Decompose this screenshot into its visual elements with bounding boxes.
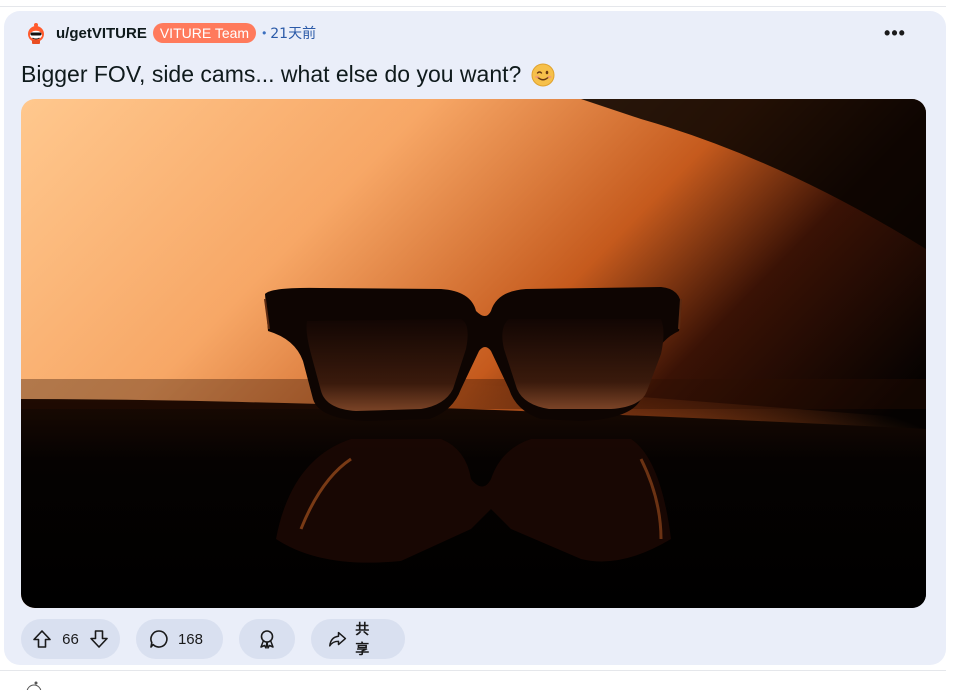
post-image[interactable]: [21, 99, 926, 608]
downvote-button[interactable]: [88, 628, 110, 650]
comment-count: 168: [177, 630, 203, 648]
award-button[interactable]: [239, 619, 295, 659]
comment-bubble-icon: [150, 630, 168, 648]
award-icon: [260, 630, 274, 649]
bottom-divider: [0, 670, 946, 671]
post-title[interactable]: Bigger FOV, side cams... what else do yo…: [21, 61, 555, 88]
comments-button[interactable]: 168: [136, 619, 223, 659]
post-action-bar: 66 168 共享: [21, 619, 421, 659]
downvote-arrow-icon: [90, 630, 108, 648]
share-button[interactable]: 共享: [311, 619, 405, 659]
post-card[interactable]: u/getVITURE VITURE Team • 21天前 ••• Bigge…: [4, 11, 946, 665]
username-link[interactable]: u/getVITURE: [56, 25, 147, 42]
snoo-avatar-icon: [28, 23, 44, 44]
sunglasses-photo-icon: [21, 99, 926, 608]
post-title-text: Bigger FOV, side cams... what else do yo…: [21, 61, 522, 87]
next-post-avatar[interactable]: [24, 680, 44, 690]
post-header: u/getVITURE VITURE Team • 21天前 •••: [24, 21, 924, 45]
separator-dot: •: [262, 26, 267, 40]
top-divider: [0, 6, 946, 7]
post-timestamp: 21天前: [270, 26, 317, 42]
user-flair-badge: VITURE Team: [152, 23, 257, 43]
upvote-arrow-icon: [33, 630, 51, 648]
winking-smile-emoji-icon: [531, 63, 555, 87]
share-arrow-icon: [329, 631, 347, 647]
more-options-icon: •••: [884, 22, 906, 43]
share-label: 共享: [355, 622, 370, 658]
user-avatar[interactable]: [24, 21, 48, 45]
more-options-button[interactable]: •••: [880, 21, 910, 45]
vote-count: 66: [62, 630, 79, 648]
next-post-avatar-icon: [26, 681, 42, 690]
upvote-button[interactable]: [31, 628, 53, 650]
vote-control: 66: [21, 619, 120, 659]
